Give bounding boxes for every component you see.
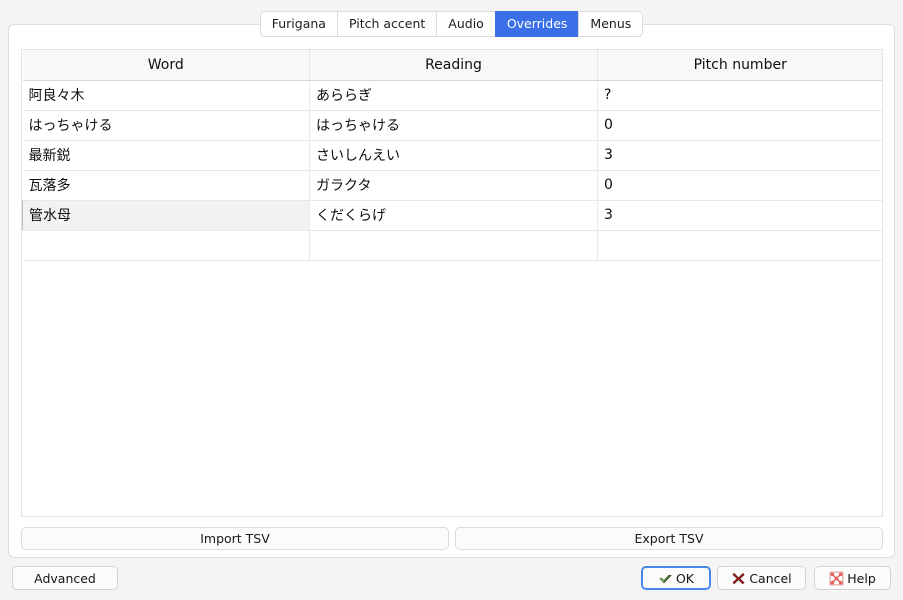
- tsv-button-row: Import TSV Export TSV: [21, 527, 883, 551]
- table-body: 阿良々木 あららぎ ? はっちゃける はっちゃける 0 最新鋭 さいしんえい 3: [23, 80, 883, 260]
- cancel-button-label: Cancel: [749, 571, 791, 586]
- table-row[interactable]: 瓦落多 ガラクタ 0: [23, 170, 883, 200]
- tab-label: Menus: [590, 18, 631, 31]
- table-row-empty[interactable]: [23, 230, 883, 260]
- green-arrow-icon: [658, 571, 673, 586]
- table-row[interactable]: はっちゃける はっちゃける 0: [23, 110, 883, 140]
- cell-word[interactable]: [23, 230, 310, 260]
- cell-word-current[interactable]: 管水母: [23, 200, 310, 230]
- cell-pitch[interactable]: [598, 230, 883, 260]
- column-header-word[interactable]: Word: [23, 50, 310, 80]
- cell-pitch[interactable]: 0: [598, 170, 883, 200]
- dialog-button-bar: Advanced OK Cancel: [0, 563, 903, 595]
- tab-audio[interactable]: Audio: [436, 11, 495, 37]
- cell-reading[interactable]: さいしんえい: [310, 140, 598, 170]
- column-header-reading[interactable]: Reading: [310, 50, 598, 80]
- cell-reading[interactable]: はっちゃける: [310, 110, 598, 140]
- cell-word[interactable]: 阿良々木: [23, 80, 310, 110]
- cell-pitch[interactable]: 0: [598, 110, 883, 140]
- red-x-icon: [731, 571, 746, 586]
- cell-reading[interactable]: あららぎ: [310, 80, 598, 110]
- red-help-icon: [829, 571, 844, 586]
- cancel-button[interactable]: Cancel: [717, 566, 806, 590]
- cell-word[interactable]: 瓦落多: [23, 170, 310, 200]
- cell-pitch[interactable]: 3: [598, 200, 883, 230]
- tab-label: Overrides: [507, 18, 568, 31]
- cell-pitch[interactable]: ?: [598, 80, 883, 110]
- panel-divider: [21, 519, 883, 520]
- tab-menus[interactable]: Menus: [578, 11, 643, 37]
- tab-label: Pitch accent: [349, 18, 425, 31]
- tab-label: Furigana: [272, 18, 326, 31]
- table-header-row: Word Reading Pitch number: [23, 50, 883, 80]
- tab-label: Audio: [448, 18, 484, 31]
- tab-bar: Furigana Pitch accent Audio Overrides Me…: [0, 11, 903, 37]
- help-button[interactable]: Help: [814, 566, 891, 590]
- tab-furigana[interactable]: Furigana: [260, 11, 337, 37]
- export-tsv-button[interactable]: Export TSV: [455, 527, 883, 550]
- table-row[interactable]: 最新鋭 さいしんえい 3: [23, 140, 883, 170]
- cell-reading[interactable]: くだくらげ: [310, 200, 598, 230]
- overrides-table: Word Reading Pitch number 阿良々木 あららぎ ? はっ…: [22, 50, 883, 261]
- advanced-button-label: Advanced: [34, 571, 96, 586]
- overrides-table-container[interactable]: Word Reading Pitch number 阿良々木 あららぎ ? はっ…: [21, 49, 883, 517]
- advanced-button[interactable]: Advanced: [12, 566, 118, 590]
- tab-pitch-accent[interactable]: Pitch accent: [337, 11, 436, 37]
- tab-overrides[interactable]: Overrides: [495, 11, 579, 37]
- help-button-label: Help: [847, 571, 876, 586]
- table-row-selected[interactable]: 管水母 くだくらげ 3: [23, 200, 883, 230]
- cell-reading[interactable]: [310, 230, 598, 260]
- overrides-panel: Word Reading Pitch number 阿良々木 あららぎ ? はっ…: [8, 24, 895, 558]
- cell-word[interactable]: はっちゃける: [23, 110, 310, 140]
- cell-word[interactable]: 最新鋭: [23, 140, 310, 170]
- table-row[interactable]: 阿良々木 あららぎ ?: [23, 80, 883, 110]
- ok-button-label: OK: [676, 571, 694, 586]
- cell-pitch[interactable]: 3: [598, 140, 883, 170]
- settings-dialog: Furigana Pitch accent Audio Overrides Me…: [0, 0, 903, 600]
- column-header-pitch[interactable]: Pitch number: [598, 50, 883, 80]
- ok-button[interactable]: OK: [641, 566, 711, 590]
- import-tsv-button[interactable]: Import TSV: [21, 527, 449, 550]
- cell-reading[interactable]: ガラクタ: [310, 170, 598, 200]
